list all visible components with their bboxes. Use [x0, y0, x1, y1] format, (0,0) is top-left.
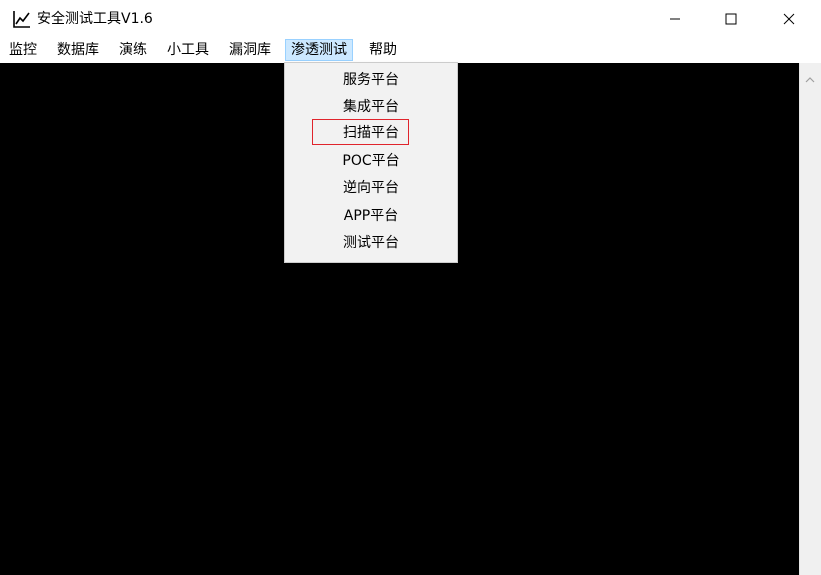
dropdown-item-integration-platform[interactable]: 集成平台 [285, 94, 457, 120]
menu-help[interactable]: 帮助 [364, 39, 402, 61]
maximize-icon [725, 13, 737, 25]
close-icon [783, 13, 795, 25]
menu-vuln-library[interactable]: 漏洞库 [224, 39, 276, 61]
pentest-dropdown-menu: 服务平台 集成平台 扫描平台 POC平台 逆向平台 APP平台 测试平台 [284, 62, 458, 263]
close-button[interactable] [766, 0, 812, 38]
minimize-button[interactable] [652, 0, 698, 38]
menu-pentest[interactable]: 渗透测试 [285, 39, 353, 61]
vertical-scrollbar[interactable] [799, 63, 821, 575]
dropdown-item-service-platform[interactable]: 服务平台 [285, 67, 457, 93]
chart-line-icon [12, 9, 32, 29]
menu-tools[interactable]: 小工具 [162, 39, 214, 61]
chevron-up-icon[interactable] [805, 69, 815, 88]
minimize-icon [669, 13, 681, 25]
maximize-button[interactable] [708, 0, 754, 38]
dropdown-item-poc-platform[interactable]: POC平台 [285, 148, 457, 174]
menu-drill[interactable]: 演练 [114, 39, 152, 61]
dropdown-item-reverse-platform[interactable]: 逆向平台 [285, 175, 457, 201]
dropdown-item-scan-platform[interactable]: 扫描平台 [285, 120, 457, 146]
app-window: 安全测试工具V1.6 监控 数据库 演练 小工具 漏洞库 渗透测试 帮助 服务平… [0, 0, 821, 575]
menu-monitor[interactable]: 监控 [4, 39, 42, 61]
dropdown-item-app-platform[interactable]: APP平台 [285, 203, 457, 229]
dropdown-item-test-platform[interactable]: 测试平台 [285, 230, 457, 256]
window-title: 安全测试工具V1.6 [37, 11, 153, 27]
menu-bar: 监控 数据库 演练 小工具 漏洞库 渗透测试 帮助 [0, 38, 821, 62]
title-bar[interactable]: 安全测试工具V1.6 [0, 0, 821, 38]
menu-database[interactable]: 数据库 [52, 39, 104, 61]
